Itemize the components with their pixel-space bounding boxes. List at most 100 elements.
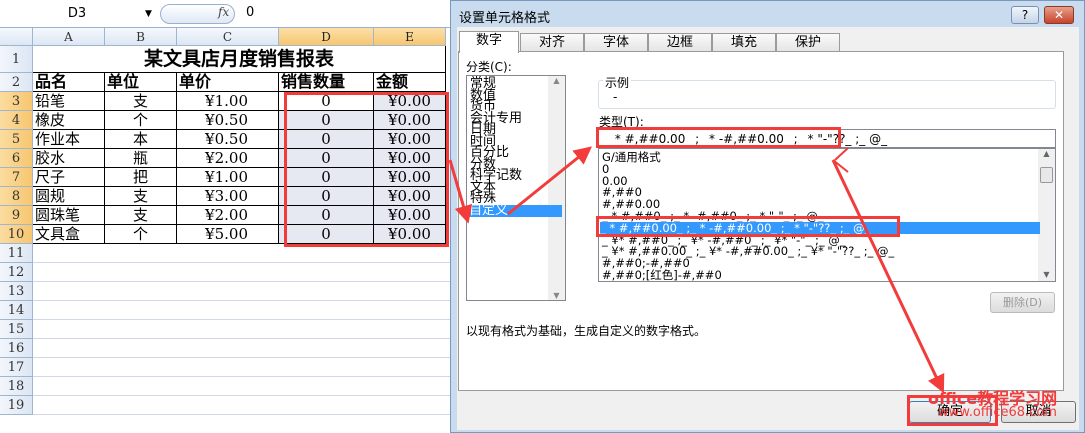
cell[interactable]: ¥3.00 [177, 187, 279, 206]
cell[interactable]: ¥1.00 [177, 92, 279, 111]
close-button[interactable]: ✕ [1044, 6, 1074, 24]
tab-1[interactable]: 对齐 [520, 33, 584, 52]
row-header-9[interactable]: 9 [0, 206, 33, 225]
row-header-8[interactable]: 8 [0, 187, 33, 206]
cell[interactable]: 铅笔 [33, 92, 105, 111]
cell[interactable]: 圆规 [33, 187, 105, 206]
row-header-11[interactable]: 11 [0, 244, 33, 263]
cell[interactable]: ¥0.00 [374, 206, 446, 225]
tab-4[interactable]: 填充 [712, 33, 776, 52]
cell[interactable]: ¥5.00 [177, 225, 279, 244]
spreadsheet-grid[interactable]: A B C D E 1 2 3 4 5 6 7 8 9 10 11 12 13 14 15 16 17 18 19 某文具店月度… [0, 28, 450, 433]
cell[interactable]: 0 [279, 225, 374, 244]
category-item[interactable]: 自定义 [469, 204, 562, 217]
cell[interactable]: ¥1.00 [177, 168, 279, 187]
cell[interactable]: 0 [279, 92, 374, 111]
tab-5[interactable]: 保护 [776, 33, 840, 52]
format-item[interactable]: #,##0;[红色]-#,##0 [602, 269, 1042, 281]
format-item[interactable]: G/通用格式 [602, 151, 1042, 163]
cell[interactable]: 个 [105, 225, 177, 244]
cell[interactable] [33, 396, 450, 415]
cell[interactable]: 作业本 [33, 130, 105, 149]
cell[interactable]: ¥0.00 [374, 149, 446, 168]
cell[interactable] [33, 320, 450, 339]
format-item[interactable]: 0.00 [602, 175, 1042, 187]
header-cell[interactable]: 品名 [33, 73, 105, 92]
cell[interactable] [33, 339, 450, 358]
row-header-6[interactable]: 6 [0, 149, 33, 168]
cell[interactable]: ¥2.00 [177, 206, 279, 225]
row-header-12[interactable]: 12 [0, 263, 33, 282]
cell[interactable]: 0 [279, 149, 374, 168]
insert-function-icon[interactable]: fx [218, 5, 229, 19]
category-list[interactable]: ▲ ▼ 常规 数值 货币 会计专用 日期 时间 百分比 分数 科学记数 文本 特殊 自定义 [466, 75, 566, 301]
header-cell[interactable]: 销售数量 [279, 73, 374, 92]
cell[interactable]: ¥0.50 [177, 111, 279, 130]
cell[interactable]: ¥2.00 [177, 149, 279, 168]
row-header-17[interactable]: 17 [0, 358, 33, 377]
cell[interactable]: 支 [105, 187, 177, 206]
cell[interactable] [33, 263, 450, 282]
delete-button[interactable]: 删除(D) [990, 292, 1055, 313]
column-header-C[interactable]: C [177, 28, 279, 46]
row-header-3[interactable]: 3 [0, 92, 33, 111]
cell[interactable]: ¥0.00 [374, 168, 446, 187]
cell[interactable]: 个 [105, 111, 177, 130]
cell[interactable]: 支 [105, 92, 177, 111]
cell[interactable]: 把 [105, 168, 177, 187]
column-header-D[interactable]: D [279, 28, 374, 46]
formula-input[interactable]: 0 [246, 5, 254, 20]
row-header-5[interactable]: 5 [0, 130, 33, 149]
header-cell[interactable]: 金额 [374, 73, 446, 92]
cell[interactable]: 尺子 [33, 168, 105, 187]
cell[interactable]: 本 [105, 130, 177, 149]
cell[interactable]: ¥0.50 [177, 130, 279, 149]
row-header-1[interactable]: 1 [0, 46, 33, 73]
cell[interactable] [33, 377, 450, 396]
row-header-2[interactable]: 2 [0, 73, 33, 92]
tab-3[interactable]: 边框 [648, 33, 712, 52]
name-box[interactable]: D3 [2, 4, 152, 24]
cell[interactable]: 瓶 [105, 149, 177, 168]
tab-2[interactable]: 字体 [584, 33, 648, 52]
type-input[interactable]: _ * #,##0.00_ ;_ * -#,##0.00_ ;_ * "-"??… [598, 129, 1056, 148]
format-list[interactable]: ▲ ▼ G/通用格式 0 0.00 #,##0 #,##0.00 _ * #,##0_ ;_ … [598, 148, 1056, 282]
column-header-A[interactable]: A [33, 28, 105, 46]
format-item[interactable]: _ * #,##0.00_ ;_ * -#,##0.00_ ;_ * "-"??… [600, 221, 1040, 234]
header-cell[interactable]: 单价 [177, 73, 279, 92]
row-header-7[interactable]: 7 [0, 168, 33, 187]
tab-0[interactable]: 数字 [459, 31, 519, 53]
cell[interactable]: ¥0.00 [374, 111, 446, 130]
cell[interactable]: ¥0.00 [374, 92, 446, 111]
row-header-13[interactable]: 13 [0, 282, 33, 301]
row-header-14[interactable]: 14 [0, 301, 33, 320]
column-header-E[interactable]: E [374, 28, 446, 46]
row-header-10[interactable]: 10 [0, 225, 33, 244]
row-header-19[interactable]: 19 [0, 396, 33, 415]
cell[interactable] [33, 282, 450, 301]
row-header-4[interactable]: 4 [0, 111, 33, 130]
cell[interactable] [33, 358, 450, 377]
format-item[interactable]: 0 [602, 163, 1042, 175]
row-header-15[interactable]: 15 [0, 320, 33, 339]
select-all-corner[interactable] [0, 28, 33, 46]
column-header-B[interactable]: B [105, 28, 177, 46]
cell[interactable]: 圆珠笔 [33, 206, 105, 225]
row-header-16[interactable]: 16 [0, 339, 33, 358]
cell[interactable]: ¥0.00 [374, 225, 446, 244]
cell[interactable]: 支 [105, 206, 177, 225]
cell[interactable]: 0 [279, 130, 374, 149]
format-item[interactable]: #,##0 [602, 186, 1042, 198]
cell[interactable]: 橡皮 [33, 111, 105, 130]
cell[interactable]: ¥0.00 [374, 187, 446, 206]
cell[interactable]: 0 [279, 206, 374, 225]
row-header-18[interactable]: 18 [0, 377, 33, 396]
cell[interactable]: 胶水 [33, 149, 105, 168]
sheet-title[interactable]: 某文具店月度销售报表 [33, 46, 446, 73]
cell[interactable]: 文具盒 [33, 225, 105, 244]
chevron-down-icon[interactable]: ▼ [145, 4, 152, 24]
header-cell[interactable]: 单位 [105, 73, 177, 92]
cell[interactable]: 0 [279, 111, 374, 130]
cell[interactable]: ¥0.00 [374, 130, 446, 149]
cell[interactable] [33, 244, 450, 263]
